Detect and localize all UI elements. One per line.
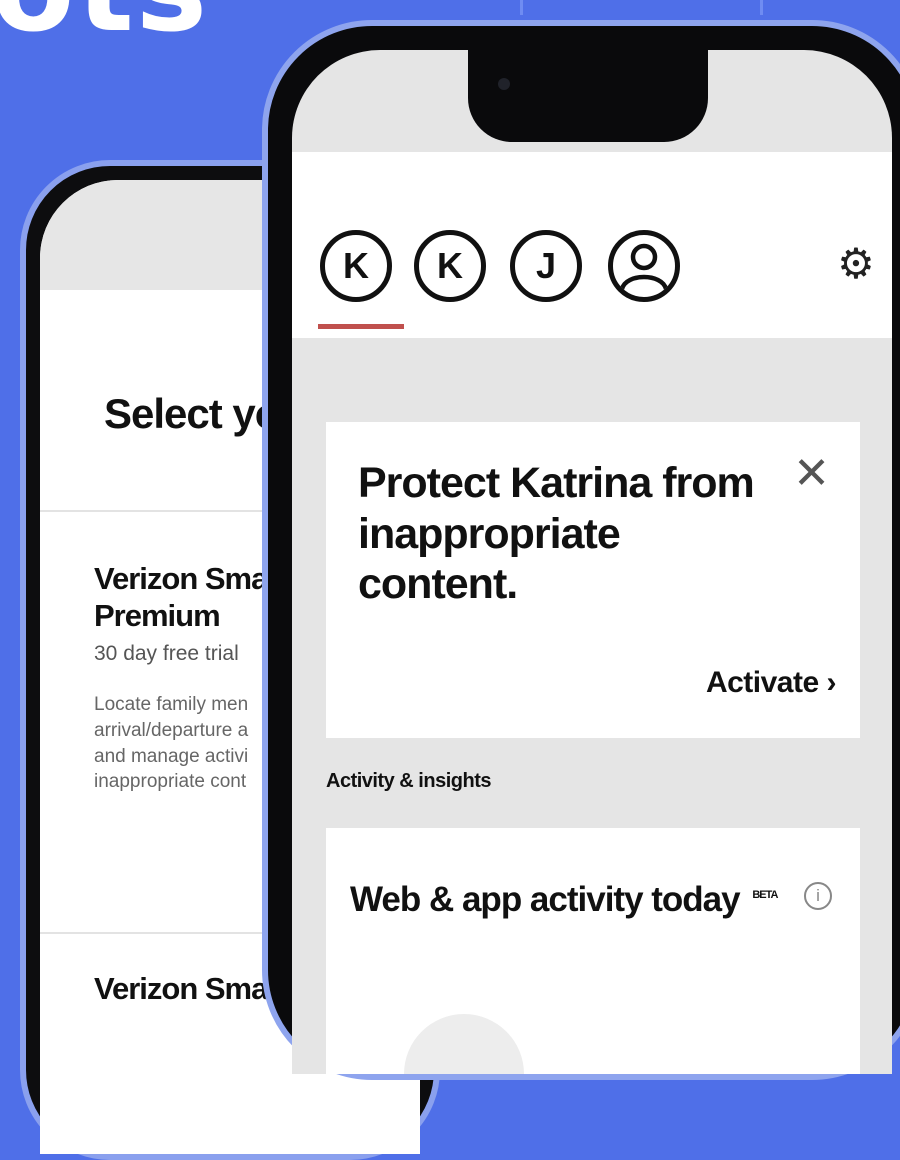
gear-icon[interactable]: ⚙ — [834, 242, 878, 286]
person-outline-svg — [619, 243, 669, 290]
activity-card-title: Web & app activity today BETA — [350, 880, 778, 920]
activity-card[interactable]: Web & app activity today BETA i — [326, 828, 860, 1074]
active-profile-underline — [318, 324, 404, 329]
person-outline-icon[interactable] — [608, 230, 680, 302]
background-divider — [760, 0, 763, 15]
close-icon[interactable]: ✕ — [793, 452, 830, 496]
banner-text: ots — [0, 0, 209, 50]
activity-chart — [404, 1014, 524, 1074]
protect-card-title: Protect Katrina from inappropriate conte… — [358, 459, 755, 609]
profile-avatar-k-2[interactable]: K — [414, 230, 486, 302]
activate-label: Activate — [705, 666, 819, 699]
profile-avatar-k[interactable]: K — [320, 230, 392, 302]
section-header: Activity & insights — [326, 770, 491, 792]
camera-dot — [498, 78, 510, 90]
profile-bar: K K J ⚙ — [292, 152, 892, 338]
activate-button[interactable]: Activate › — [705, 666, 837, 700]
phone-notch — [468, 50, 708, 142]
front-phone: K K J ⚙ Protect Katrina from inappropria… — [262, 20, 900, 1080]
info-icon[interactable]: i — [804, 882, 832, 910]
background-divider — [520, 0, 523, 15]
activity-card-title-text: Web & app activity today — [350, 880, 741, 919]
front-phone-screen: K K J ⚙ Protect Katrina from inappropria… — [292, 50, 892, 1074]
profile-avatar-j[interactable]: J — [510, 230, 582, 302]
protect-card: Protect Katrina from inappropriate conte… — [326, 422, 860, 738]
beta-badge: BETA — [752, 889, 778, 902]
chevron-right-icon: › — [826, 666, 837, 699]
